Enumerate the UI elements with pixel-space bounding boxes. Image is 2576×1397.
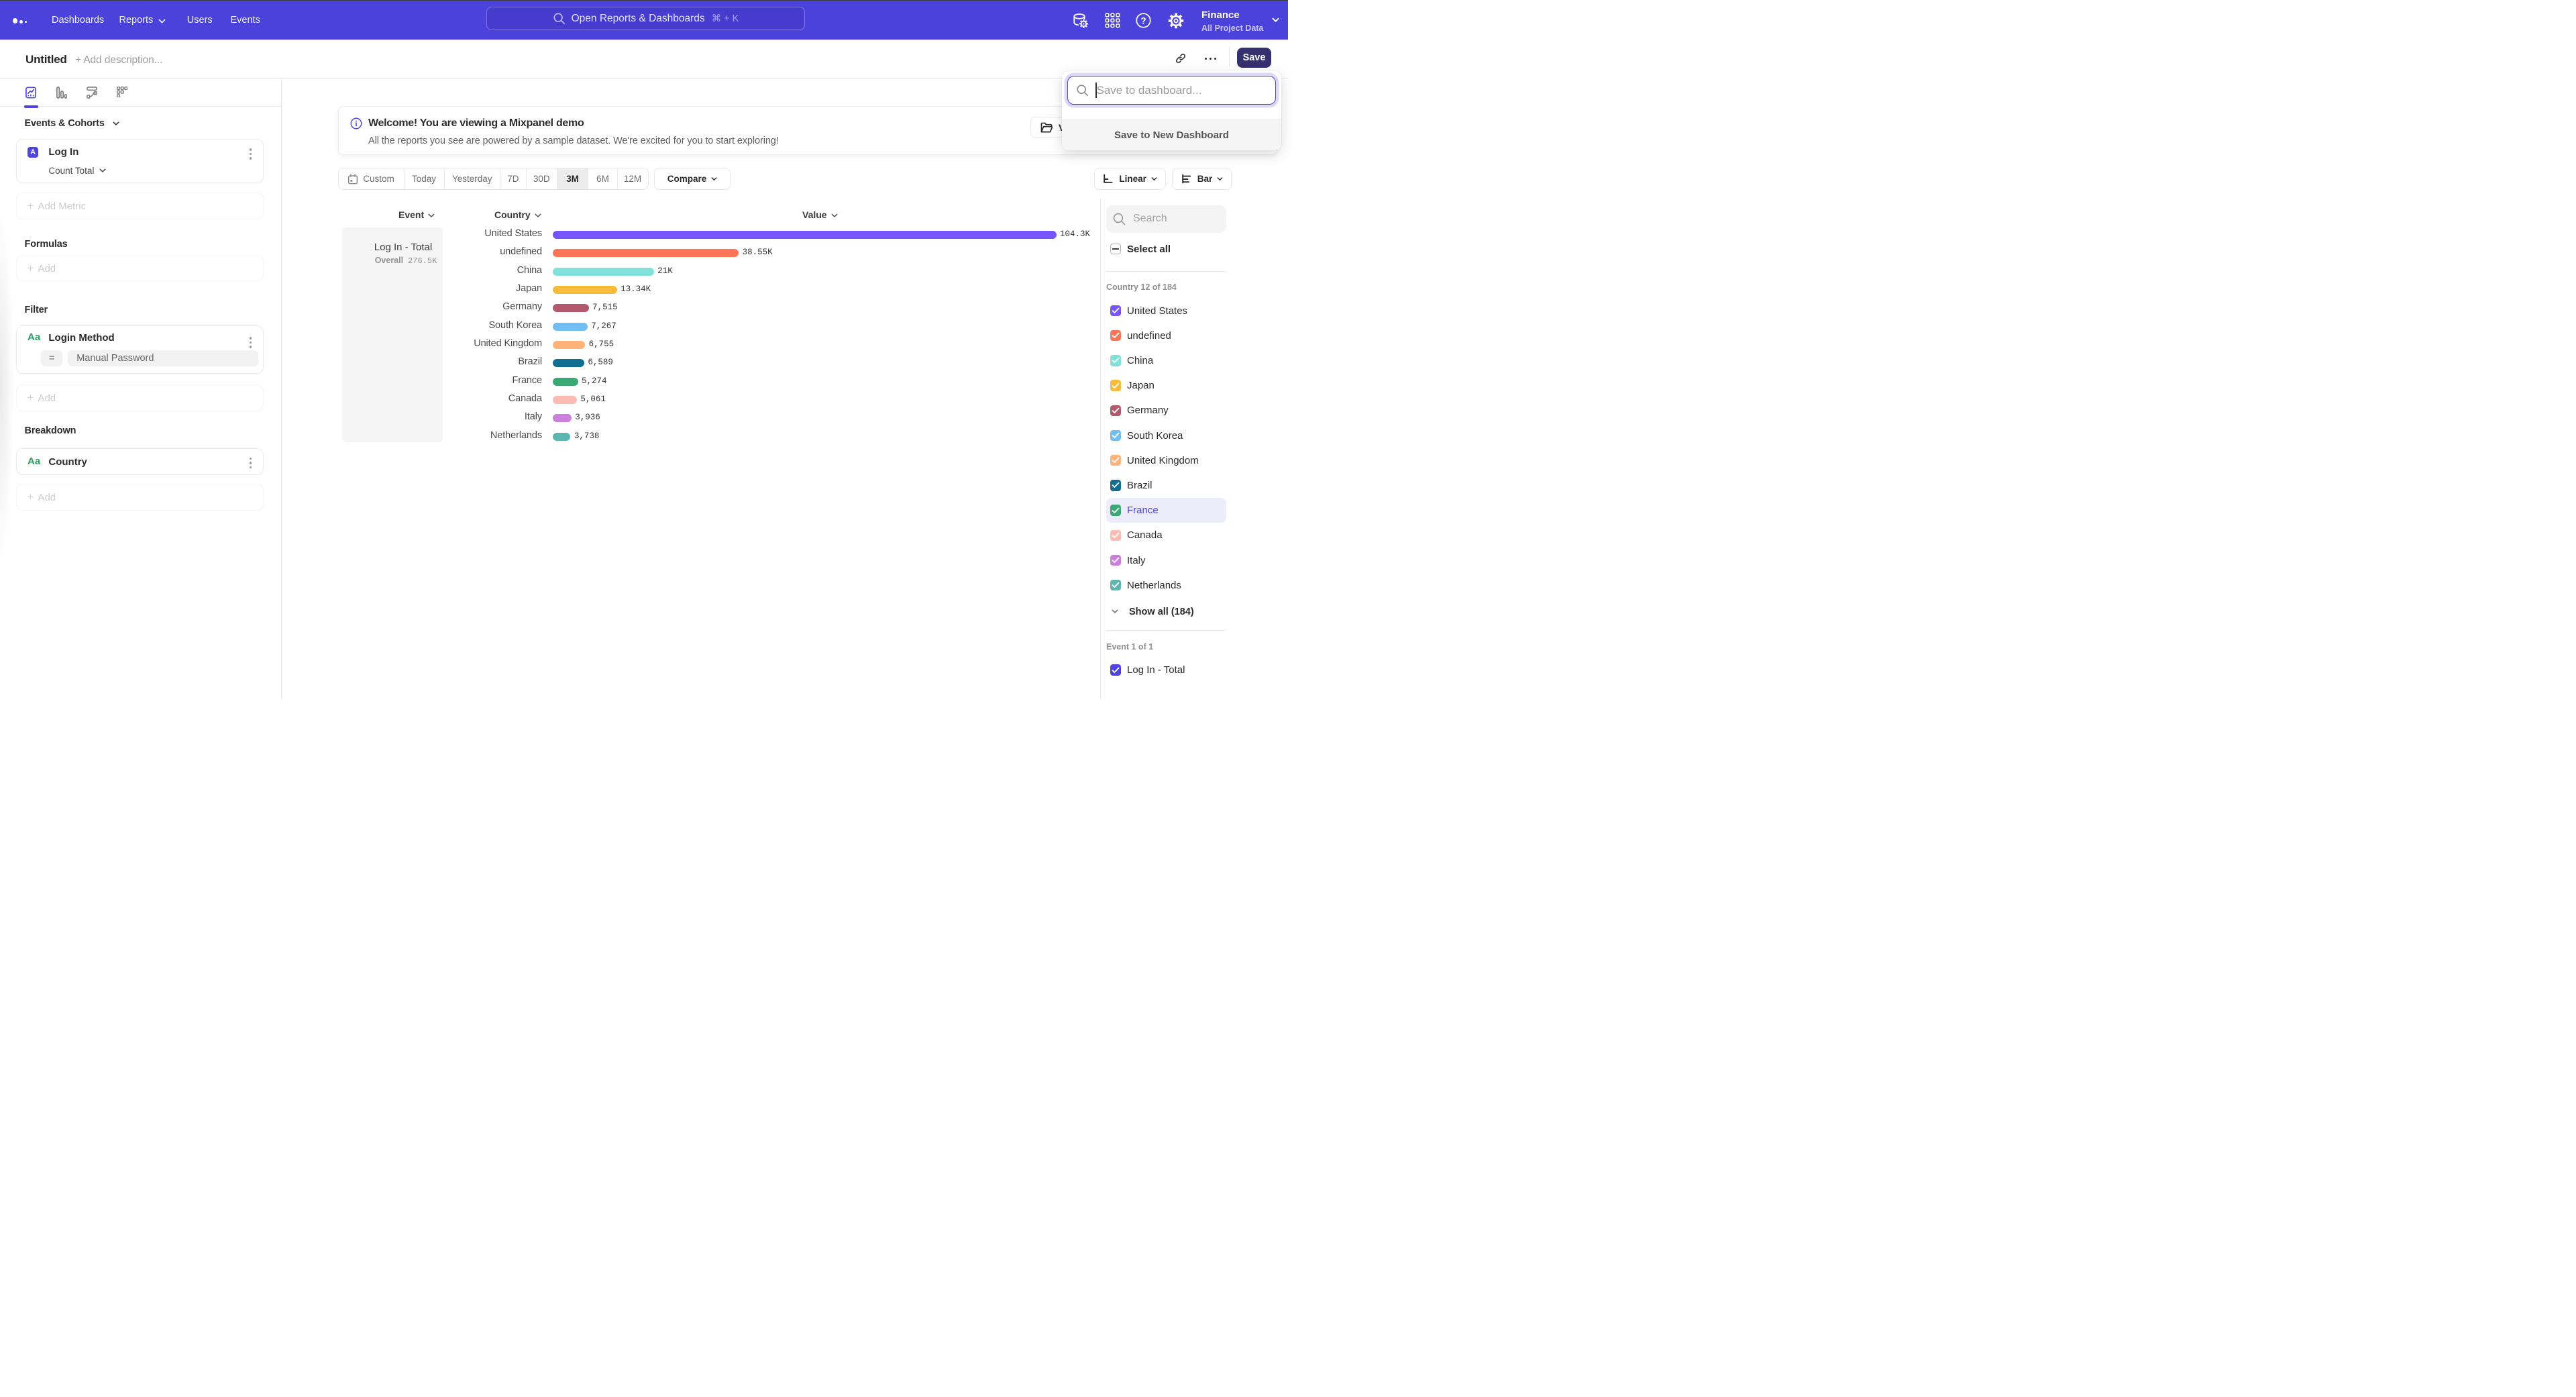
svg-text:?: ? <box>1140 15 1146 25</box>
